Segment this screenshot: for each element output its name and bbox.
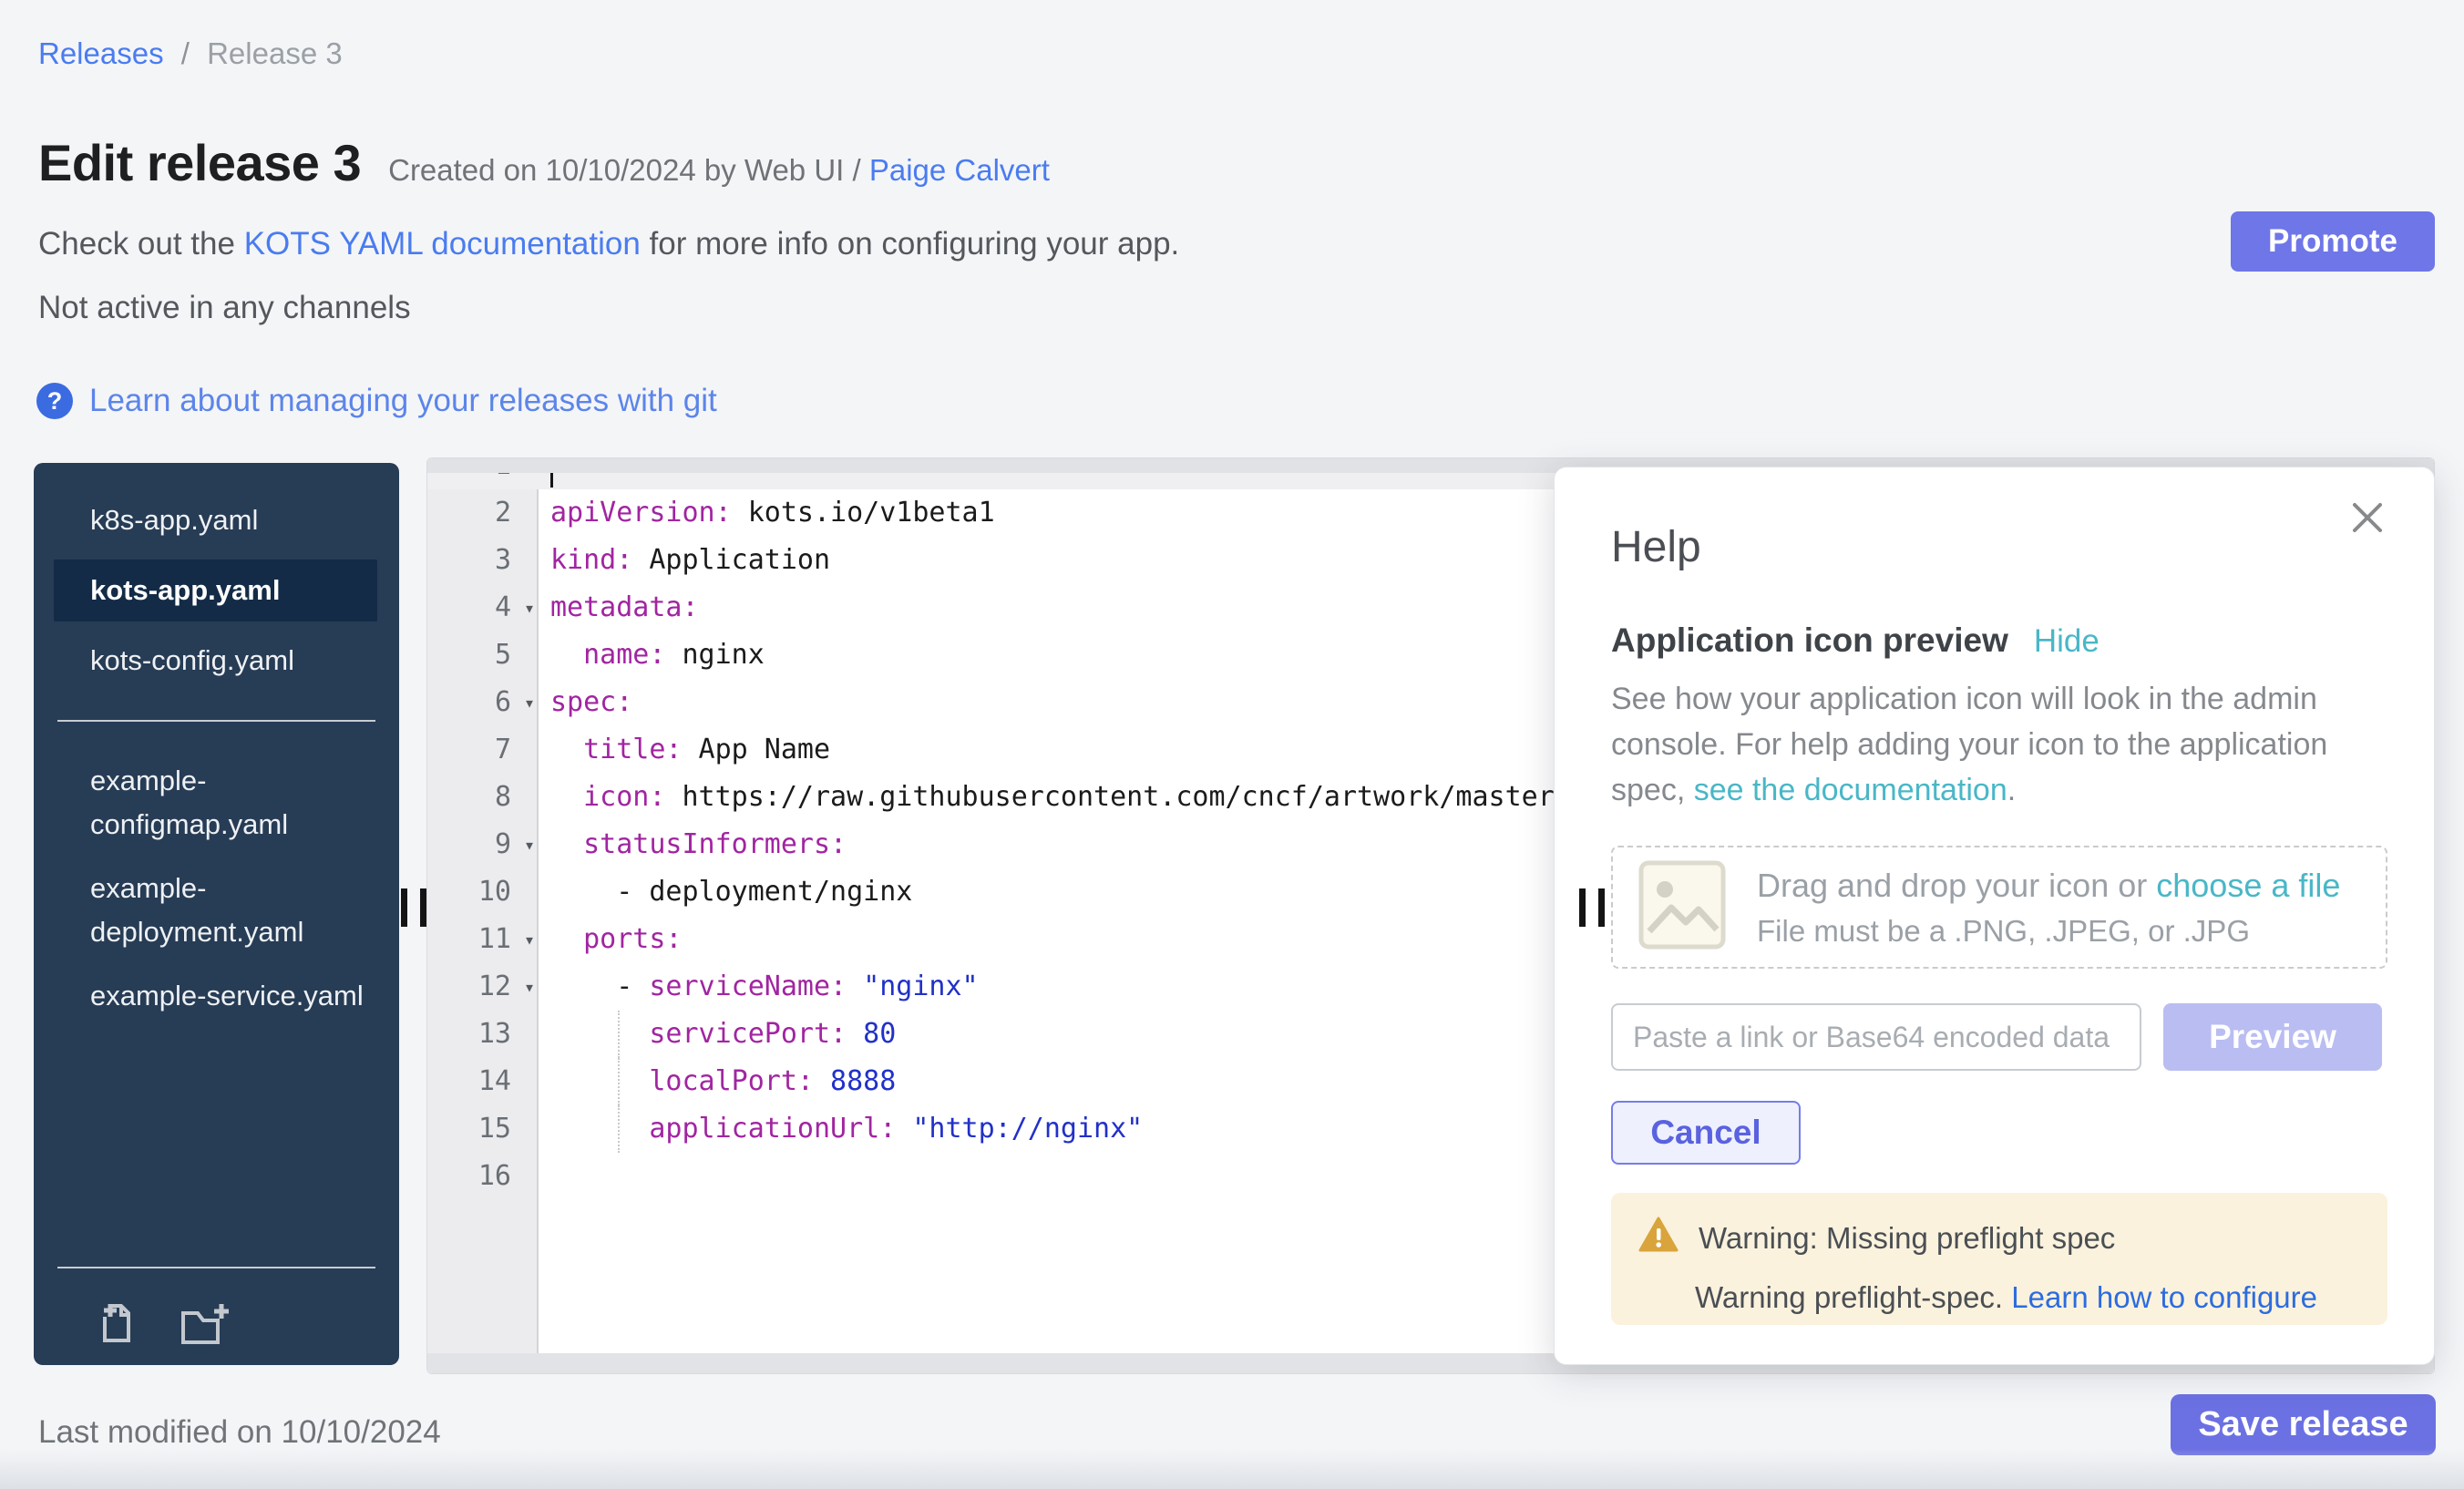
file-item-example-deployment.yaml[interactable]: example-deployment.yaml bbox=[34, 857, 399, 964]
line-number: 8 bbox=[427, 774, 539, 821]
indent-guide bbox=[618, 1058, 620, 1105]
preview-button[interactable]: Preview bbox=[2163, 1003, 2382, 1071]
icon-url-input[interactable] bbox=[1611, 1003, 2141, 1071]
code-text[interactable]: ports: bbox=[539, 916, 683, 963]
see-documentation-link[interactable]: see the documentation bbox=[1694, 773, 2007, 807]
file-group-examples: example-configmap.yamlexample-deployment… bbox=[34, 749, 399, 1028]
file-item-example-service.yaml[interactable]: example-service.yaml bbox=[34, 964, 399, 1028]
save-release-button[interactable]: Save release bbox=[2171, 1394, 2436, 1455]
code-text[interactable]: localPort: 8888 bbox=[539, 1058, 896, 1105]
line-number: 5 bbox=[427, 632, 539, 679]
breadcrumb-separator: / bbox=[181, 36, 190, 70]
git-releases-link[interactable]: Learn about managing your releases with … bbox=[89, 383, 717, 419]
created-info: Created on 10/10/2024 by Web UI / Paige … bbox=[388, 153, 1050, 188]
created-by-link[interactable]: Paige Calvert bbox=[869, 153, 1050, 187]
line-number: 3 bbox=[427, 537, 539, 584]
fold-arrow-icon[interactable]: ▾ bbox=[524, 821, 535, 868]
dropzone-line2: File must be a .PNG, .JPEG, or .JPG bbox=[1757, 914, 2340, 949]
file-group-kots: k8s-app.yaml kots-app.yaml kots-config.yam… bbox=[34, 488, 399, 693]
icon-url-row: Preview bbox=[1611, 1003, 2388, 1071]
fold-arrow-icon[interactable]: ▾ bbox=[524, 963, 535, 1011]
code-text[interactable]: spec: bbox=[539, 679, 632, 726]
title-row: Edit release 3 Created on 10/10/2024 by … bbox=[38, 133, 1050, 192]
channel-status-text: Not active in any channels bbox=[38, 290, 411, 326]
icon-preview-title: Application icon preview bbox=[1611, 621, 2008, 660]
warning-title: Warning: Missing preflight spec bbox=[1699, 1221, 2115, 1256]
line-number: 11▾ bbox=[427, 916, 539, 963]
hide-link[interactable]: Hide bbox=[2034, 623, 2100, 660]
page-title: Edit release 3 bbox=[38, 133, 361, 192]
line-number: 16 bbox=[427, 1153, 539, 1200]
code-text[interactable]: kind: Application bbox=[539, 537, 830, 584]
last-modified-text: Last modified on 10/10/2024 bbox=[38, 1414, 441, 1451]
line-number: 6▾ bbox=[427, 679, 539, 726]
warning-triangle-icon bbox=[1638, 1217, 1679, 1260]
image-placeholder-icon bbox=[1638, 860, 1726, 954]
code-text[interactable]: apiVersion: kots.io/v1beta1 bbox=[539, 489, 995, 537]
preflight-warning-box: Warning: Missing preflight spec Warning … bbox=[1611, 1193, 2387, 1325]
promote-button[interactable]: Promote bbox=[2231, 211, 2435, 272]
code-text[interactable]: - serviceName: "nginx" bbox=[539, 963, 979, 1011]
code-text[interactable] bbox=[539, 1153, 550, 1200]
file-item-k8s-app.yaml[interactable]: k8s-app.yaml bbox=[34, 488, 399, 552]
learn-configure-link[interactable]: Learn how to configure bbox=[2011, 1280, 2317, 1314]
bottom-fade bbox=[0, 1449, 2464, 1489]
indent-guide bbox=[618, 1011, 620, 1058]
new-folder-icon[interactable] bbox=[178, 1300, 231, 1352]
file-item-example-configmap.yaml[interactable]: example-configmap.yaml bbox=[34, 749, 399, 857]
code-text[interactable]: name: nginx bbox=[539, 632, 765, 679]
kots-yaml-docs-link[interactable]: KOTS YAML documentation bbox=[244, 226, 641, 262]
line-number: 4▾ bbox=[427, 584, 539, 632]
git-help-row: ? Learn about managing your releases wit… bbox=[36, 383, 717, 419]
line-number: 15 bbox=[427, 1105, 539, 1153]
fold-arrow-icon[interactable]: ▾ bbox=[524, 584, 535, 632]
code-text[interactable]: - deployment/nginx bbox=[539, 868, 912, 916]
docs-hint-suffix: for more info on configuring your app. bbox=[641, 226, 1179, 262]
question-mark-icon: ? bbox=[36, 383, 73, 419]
editor-help-resize-handle[interactable] bbox=[1579, 888, 1605, 927]
code-text[interactable]: metadata: bbox=[539, 584, 699, 632]
close-icon[interactable] bbox=[2348, 498, 2387, 541]
warning-detail: Warning preflight-spec. bbox=[1695, 1280, 2011, 1314]
breadcrumb: Releases / Release 3 bbox=[38, 36, 343, 71]
icon-preview-description: See how your application icon will look … bbox=[1611, 676, 2340, 813]
indent-guide bbox=[618, 1105, 620, 1153]
file-sidebar: k8s-app.yaml kots-app.yaml kots-config.yam… bbox=[34, 463, 399, 1365]
dropzone-text: Drag and drop your icon or choose a file… bbox=[1757, 867, 2340, 949]
dropzone-line1: Drag and drop your icon or bbox=[1757, 867, 2156, 904]
description-period: . bbox=[2007, 773, 2016, 807]
icon-dropzone[interactable]: Drag and drop your icon or choose a file… bbox=[1611, 846, 2387, 969]
line-number: 13 bbox=[427, 1011, 539, 1058]
code-text[interactable]: applicationUrl: "http://nginx" bbox=[539, 1105, 1143, 1153]
code-text[interactable]: icon: https://raw.githubusercontent.com/… bbox=[539, 774, 1571, 821]
choose-file-link[interactable]: choose a file bbox=[2156, 867, 2340, 904]
code-text[interactable]: servicePort: 80 bbox=[539, 1011, 896, 1058]
docs-hint-prefix: Check out the bbox=[38, 226, 244, 262]
help-title: Help bbox=[1611, 522, 2388, 572]
line-number: 14 bbox=[427, 1058, 539, 1105]
cancel-button[interactable]: Cancel bbox=[1611, 1101, 1801, 1165]
breadcrumb-releases-link[interactable]: Releases bbox=[38, 36, 164, 70]
line-number: 10 bbox=[427, 868, 539, 916]
sidebar-divider bbox=[57, 720, 375, 722]
line-number: 2 bbox=[427, 489, 539, 537]
line-number: 9▾ bbox=[427, 821, 539, 868]
line-number: 7 bbox=[427, 726, 539, 774]
code-text[interactable]: statusInformers: bbox=[539, 821, 847, 868]
new-file-icon[interactable] bbox=[94, 1300, 141, 1352]
docs-hint: Check out the KOTS YAML documentation fo… bbox=[38, 226, 1179, 262]
code-text[interactable]: title: App Name bbox=[539, 726, 830, 774]
help-panel: Help Application icon preview Hide See h… bbox=[1554, 467, 2435, 1365]
breadcrumb-current: Release 3 bbox=[207, 36, 343, 70]
file-item-kots-config.yaml[interactable]: kots-config.yaml bbox=[34, 629, 399, 693]
created-text: Created on 10/10/2024 by Web UI / bbox=[388, 153, 861, 187]
sidebar-footer bbox=[57, 1267, 375, 1365]
fold-arrow-icon[interactable]: ▾ bbox=[524, 916, 535, 963]
icon-preview-section-header: Application icon preview Hide bbox=[1611, 621, 2388, 660]
line-number: 12▾ bbox=[427, 963, 539, 1011]
file-item-kots-app.yaml[interactable]: kots-app.yaml bbox=[54, 560, 377, 621]
sidebar-editor-resize-handle[interactable] bbox=[401, 888, 426, 927]
fold-arrow-icon[interactable]: ▾ bbox=[524, 679, 535, 726]
